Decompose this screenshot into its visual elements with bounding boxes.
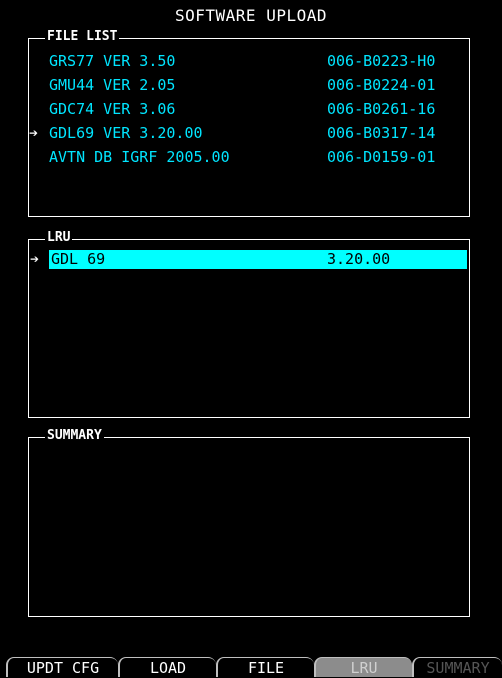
file-name: GMU44 VER 2.05 (49, 76, 176, 94)
file-part-number: 006-B0223-H0 (327, 52, 436, 70)
file-list-panel: FILE LIST GRS77 VER 3.50 006-B0223-H0 GM… (28, 29, 470, 217)
softkey-updt-cfg[interactable]: UPDT CFG (6, 657, 118, 677)
file-name: AVTN DB IGRF 2005.00 (49, 148, 230, 166)
file-name: GRS77 VER 3.50 (49, 52, 176, 70)
file-name: GDL69 VER 3.20.00 (49, 124, 203, 142)
page-title: SOFTWARE UPLOAD (175, 6, 327, 25)
lru-version: 3.20.00 (327, 250, 391, 268)
file-list-item[interactable]: AVTN DB IGRF 2005.00 006-D0159-01 (29, 146, 469, 168)
file-name: GDC74 VER 3.06 (49, 100, 176, 118)
file-list-item[interactable]: GRS77 VER 3.50 006-B0223-H0 (29, 50, 469, 72)
softkey-lru[interactable]: LRU (314, 657, 412, 677)
softkey-bar: UPDT CFG LOAD FILE LRU SUMMARY (0, 652, 502, 677)
file-list-item[interactable]: GDC74 VER 3.06 006-B0261-16 (29, 98, 469, 120)
softkey-load[interactable]: LOAD (118, 657, 216, 677)
lru-selected-row[interactable]: ➔ GDL 69 3.20.00 (29, 250, 467, 269)
file-part-number: 006-B0261-16 (327, 100, 436, 118)
selection-arrow-icon: ➔ (29, 124, 39, 142)
summary-panel: SUMMARY (28, 428, 470, 617)
lru-name: GDL 69 (51, 250, 106, 268)
file-part-number: 006-B0224-01 (327, 76, 436, 94)
softkey-file[interactable]: FILE (216, 657, 314, 677)
softkey-summary[interactable]: SUMMARY (412, 657, 502, 677)
file-list-label: FILE LIST (45, 29, 120, 45)
selection-arrow-icon: ➔ (30, 250, 40, 268)
lru-highlight-bar[interactable]: GDL 69 3.20.00 (49, 250, 467, 269)
file-list-item-selected[interactable]: ➔ GDL69 VER 3.20.00 006-B0317-14 (29, 122, 469, 144)
lru-label: LRU (45, 230, 73, 246)
lru-panel: LRU ➔ GDL 69 3.20.00 (28, 230, 470, 418)
file-part-number: 006-B0317-14 (327, 124, 436, 142)
file-part-number: 006-D0159-01 (327, 148, 436, 166)
summary-label: SUMMARY (45, 428, 104, 444)
file-list-item[interactable]: GMU44 VER 2.05 006-B0224-01 (29, 74, 469, 96)
